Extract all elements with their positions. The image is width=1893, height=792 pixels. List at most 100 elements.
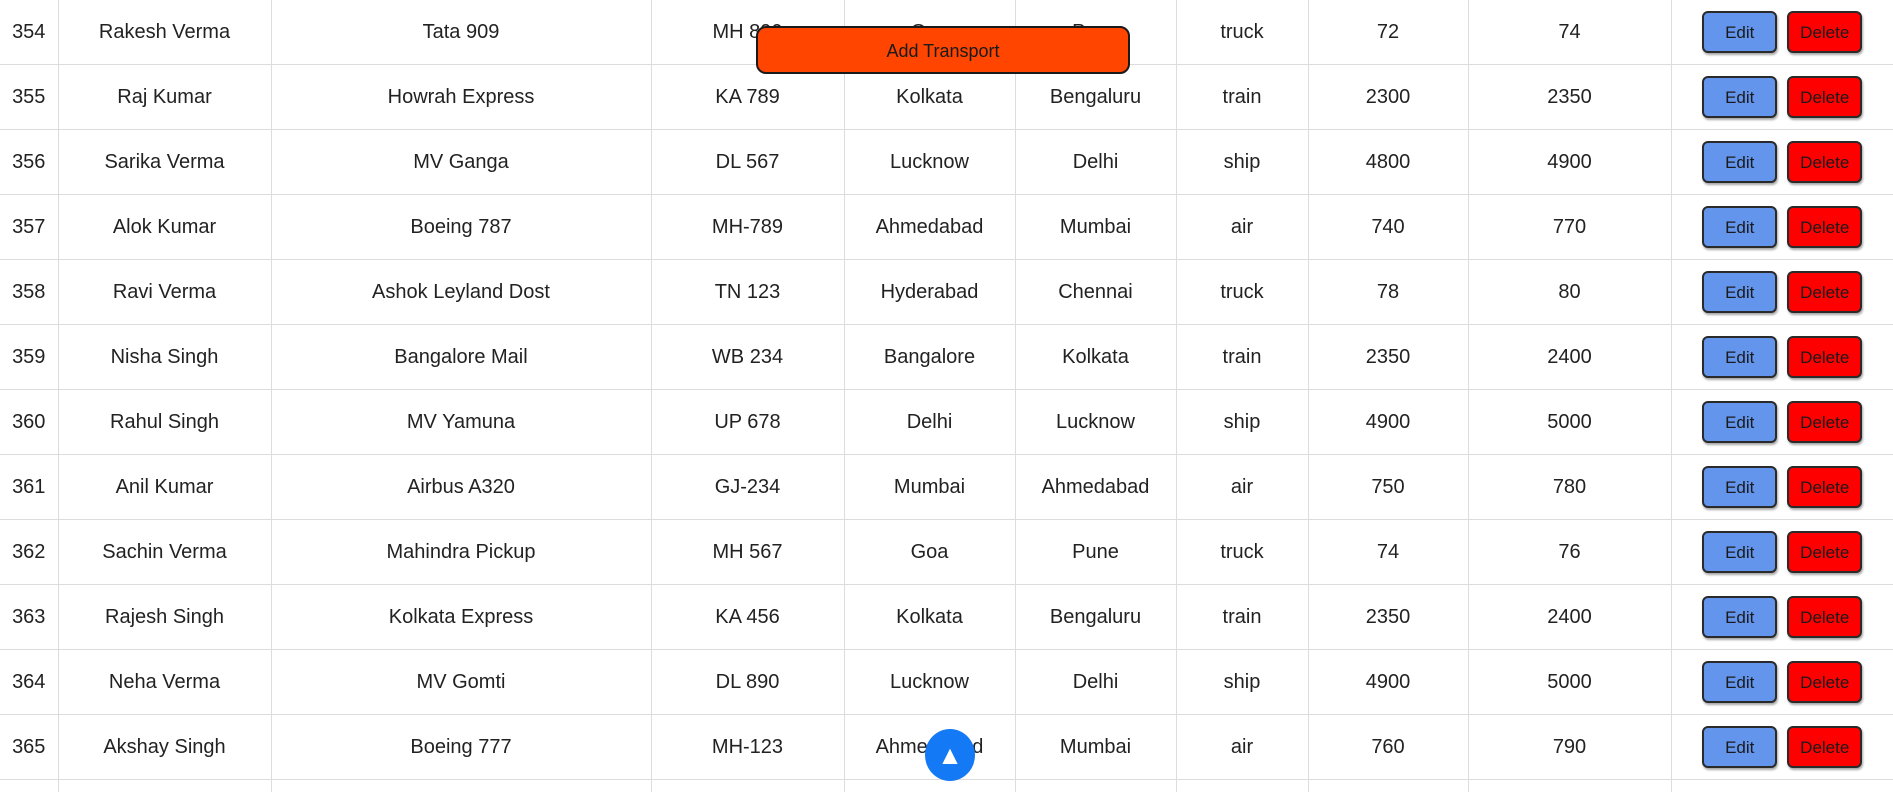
- table-body: 354Rakesh VermaTata 909MH 890GoaPunetruc…: [0, 0, 1893, 792]
- delete-button[interactable]: Delete: [1787, 596, 1862, 638]
- row-id-cell: 360: [0, 390, 58, 455]
- vehicle-name-cell: Mahindra Pickup: [271, 520, 651, 585]
- driver-name-cell: Rajesh Singh: [58, 585, 271, 650]
- registration-cell: DL 567: [651, 130, 844, 195]
- scroll-to-top-button[interactable]: ▲: [925, 729, 975, 781]
- actions-cell: EditDelete: [1671, 390, 1893, 455]
- arrow-up-icon: ▲: [937, 740, 963, 770]
- add-transport-button[interactable]: Add Transport: [756, 26, 1130, 74]
- origin-city-cell: Goa: [844, 520, 1015, 585]
- value-2-cell: 74: [1468, 0, 1671, 65]
- delete-button[interactable]: Delete: [1787, 466, 1862, 508]
- transport-mode-cell: ship: [1176, 650, 1308, 715]
- destination-city-cell: Ahmedabad: [1015, 455, 1176, 520]
- transport-mode-cell: train: [1176, 585, 1308, 650]
- actions-cell: EditDelete: [1671, 195, 1893, 260]
- origin-city-cell: Lucknow: [844, 650, 1015, 715]
- actions-cell: EditDelete: [1671, 650, 1893, 715]
- edit-button[interactable]: Edit: [1702, 596, 1777, 638]
- delete-button[interactable]: Delete: [1787, 661, 1862, 703]
- driver-name-cell: Sarika Verma: [58, 130, 271, 195]
- destination-city-cell: Chennai: [1015, 260, 1176, 325]
- empty-cell: [58, 780, 271, 792]
- edit-button[interactable]: Edit: [1702, 531, 1777, 573]
- driver-name-cell: Ravi Verma: [58, 260, 271, 325]
- edit-button[interactable]: Edit: [1702, 726, 1777, 768]
- value-2-cell: 2400: [1468, 585, 1671, 650]
- vehicle-name-cell: Howrah Express: [271, 65, 651, 130]
- actions-cell: EditDelete: [1671, 715, 1893, 780]
- value-2-cell: 2400: [1468, 325, 1671, 390]
- value-1-cell: 760: [1308, 715, 1468, 780]
- delete-button[interactable]: Delete: [1787, 11, 1862, 53]
- row-id-cell: 361: [0, 455, 58, 520]
- vehicle-name-cell: MV Gomti: [271, 650, 651, 715]
- destination-city-cell: Pune: [1015, 520, 1176, 585]
- value-1-cell: 72: [1308, 0, 1468, 65]
- table-row: 358Ravi VermaAshok Leyland DostTN 123Hyd…: [0, 260, 1893, 325]
- edit-button[interactable]: Edit: [1702, 141, 1777, 183]
- driver-name-cell: Raj Kumar: [58, 65, 271, 130]
- delete-button[interactable]: Delete: [1787, 401, 1862, 443]
- origin-city-cell: Lucknow: [844, 130, 1015, 195]
- empty-cell: [1015, 780, 1176, 792]
- table-row: 361Anil KumarAirbus A320GJ-234MumbaiAhme…: [0, 455, 1893, 520]
- empty-cell: [1308, 780, 1468, 792]
- row-id-cell: 356: [0, 130, 58, 195]
- destination-city-cell: Lucknow: [1015, 390, 1176, 455]
- transport-mode-cell: air: [1176, 715, 1308, 780]
- transport-mode-cell: truck: [1176, 520, 1308, 585]
- row-id-cell: 364: [0, 650, 58, 715]
- table-row: 357Alok KumarBoeing 787MH-789AhmedabadMu…: [0, 195, 1893, 260]
- origin-city-cell: Hyderabad: [844, 260, 1015, 325]
- row-id-cell: 354: [0, 0, 58, 65]
- edit-button[interactable]: Edit: [1702, 76, 1777, 118]
- vehicle-name-cell: MV Yamuna: [271, 390, 651, 455]
- row-id-cell: 355: [0, 65, 58, 130]
- edit-button[interactable]: Edit: [1702, 661, 1777, 703]
- transport-mode-cell: air: [1176, 195, 1308, 260]
- table-row: 362Sachin VermaMahindra PickupMH 567GoaP…: [0, 520, 1893, 585]
- origin-city-cell: Kolkata: [844, 65, 1015, 130]
- value-1-cell: 78: [1308, 260, 1468, 325]
- delete-button[interactable]: Delete: [1787, 141, 1862, 183]
- registration-cell: GJ-234: [651, 455, 844, 520]
- edit-button[interactable]: Edit: [1702, 336, 1777, 378]
- delete-button[interactable]: Delete: [1787, 206, 1862, 248]
- value-2-cell: 5000: [1468, 390, 1671, 455]
- edit-button[interactable]: Edit: [1702, 206, 1777, 248]
- value-1-cell: 740: [1308, 195, 1468, 260]
- table-row: 359Nisha SinghBangalore MailWB 234Bangal…: [0, 325, 1893, 390]
- value-1-cell: 2350: [1308, 325, 1468, 390]
- edit-button[interactable]: Edit: [1702, 466, 1777, 508]
- edit-button[interactable]: Edit: [1702, 11, 1777, 53]
- empty-cell: [1671, 780, 1893, 792]
- delete-button[interactable]: Delete: [1787, 726, 1862, 768]
- driver-name-cell: Rakesh Verma: [58, 0, 271, 65]
- value-2-cell: 770: [1468, 195, 1671, 260]
- registration-cell: MH-789: [651, 195, 844, 260]
- driver-name-cell: Nisha Singh: [58, 325, 271, 390]
- actions-cell: EditDelete: [1671, 455, 1893, 520]
- delete-button[interactable]: Delete: [1787, 336, 1862, 378]
- transport-mode-cell: ship: [1176, 130, 1308, 195]
- delete-button[interactable]: Delete: [1787, 531, 1862, 573]
- value-2-cell: 2350: [1468, 65, 1671, 130]
- vehicle-name-cell: Airbus A320: [271, 455, 651, 520]
- actions-cell: EditDelete: [1671, 0, 1893, 65]
- empty-cell: [1176, 780, 1308, 792]
- table-row: 363Rajesh SinghKolkata ExpressKA 456Kolk…: [0, 585, 1893, 650]
- row-id-cell: 365: [0, 715, 58, 780]
- transport-mode-cell: ship: [1176, 390, 1308, 455]
- edit-button[interactable]: Edit: [1702, 271, 1777, 313]
- delete-button[interactable]: Delete: [1787, 76, 1862, 118]
- empty-cell: [271, 780, 651, 792]
- driver-name-cell: Anil Kumar: [58, 455, 271, 520]
- table-row: 360Rahul SinghMV YamunaUP 678DelhiLuckno…: [0, 390, 1893, 455]
- empty-cell: [651, 780, 844, 792]
- delete-button[interactable]: Delete: [1787, 271, 1862, 313]
- transport-table: 354Rakesh VermaTata 909MH 890GoaPunetruc…: [0, 0, 1893, 792]
- edit-button[interactable]: Edit: [1702, 401, 1777, 443]
- row-id-cell: 357: [0, 195, 58, 260]
- destination-city-cell: Delhi: [1015, 130, 1176, 195]
